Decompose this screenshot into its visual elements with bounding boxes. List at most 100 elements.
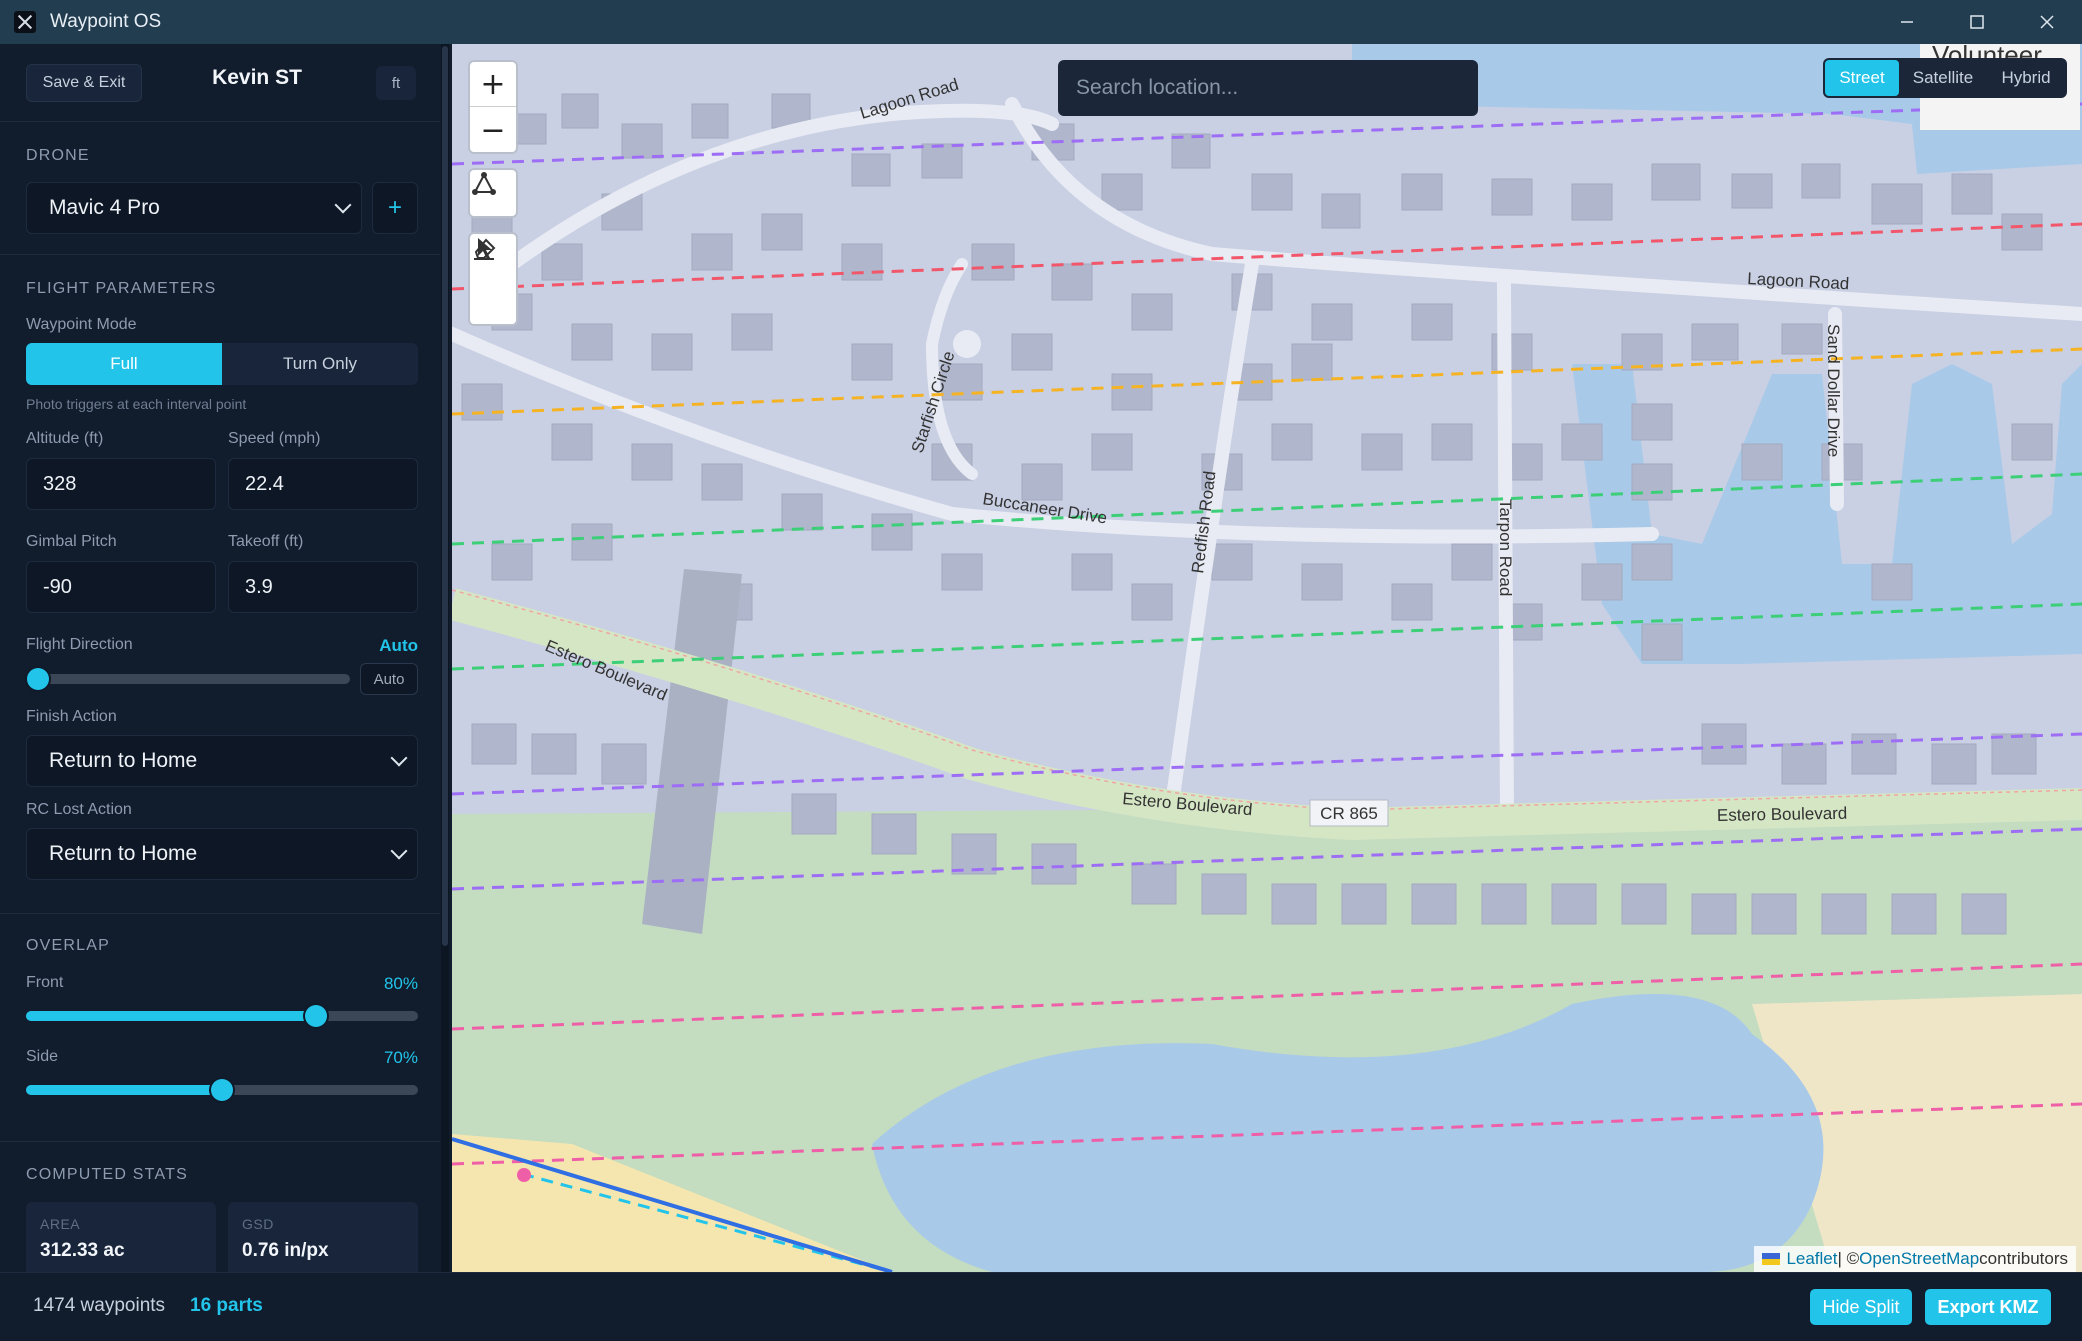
building <box>571 323 613 361</box>
area-stat-value: 312.33 ac <box>40 1240 125 1261</box>
building <box>651 333 693 371</box>
map-view[interactable]: Lagoon Road Lagoon Road Starfish Circle … <box>452 44 2082 1272</box>
flight-direction-auto-button[interactable]: Auto <box>360 663 418 695</box>
front-overlap-slider-thumb[interactable] <box>305 1005 328 1027</box>
building <box>761 213 803 251</box>
building <box>1651 163 1701 201</box>
building <box>1091 433 1133 471</box>
gsd-stat-label: GSD <box>242 1216 274 1232</box>
side-overlap-fill <box>26 1085 222 1095</box>
building <box>731 313 773 351</box>
building <box>1451 543 1493 581</box>
attribution-separator: | © <box>1837 1249 1860 1268</box>
building <box>1801 163 1841 199</box>
takeoff-input[interactable]: 3.9 <box>228 561 418 613</box>
close-button[interactable] <box>2012 0 2082 44</box>
sidebar-header: Save & Exit Kevin ST ft <box>0 44 440 122</box>
draw-polygon-button[interactable] <box>470 170 516 216</box>
minimize-button[interactable] <box>1872 0 1942 44</box>
divider <box>0 913 440 914</box>
add-drone-button[interactable]: + <box>372 182 418 234</box>
openstreetmap-link[interactable]: OpenStreetMap <box>1859 1249 1979 1269</box>
unit-toggle-button[interactable]: ft <box>376 66 416 100</box>
stats-section-label: Computed Stats <box>26 1166 188 1183</box>
area-stat-label: Area <box>40 1216 81 1232</box>
leaflet-link[interactable]: Leaflet <box>1786 1249 1837 1269</box>
building <box>1641 623 1683 661</box>
side-overlap-value: 70% <box>383 1048 418 1067</box>
side-overlap-slider[interactable] <box>26 1079 418 1101</box>
flight-direction-slider[interactable] <box>27 668 350 690</box>
gimbal-pitch-input[interactable]: -90 <box>26 561 216 613</box>
flight-direction-slider-thumb[interactable] <box>27 668 49 690</box>
title-bar: Waypoint OS <box>0 0 2082 44</box>
building <box>1631 463 1673 501</box>
building <box>1431 423 1473 461</box>
location-search-input[interactable]: Search location... <box>1058 60 1478 116</box>
building <box>1731 173 1773 209</box>
rc-lost-action-select[interactable]: Return to Home <box>26 828 418 880</box>
maximize-button[interactable] <box>1942 0 2012 44</box>
altitude-input[interactable]: 328 <box>26 458 216 510</box>
export-kmz-button[interactable]: Export KMZ <box>1925 1289 2051 1325</box>
layer-hybrid-button[interactable]: Hybrid <box>1987 60 2065 96</box>
map-layer-switch: Street Satellite Hybrid <box>1823 58 2067 98</box>
finish-action-select[interactable]: Return to Home <box>26 735 418 787</box>
maximize-icon <box>1970 15 1984 29</box>
zoom-control: + − <box>468 60 518 154</box>
building <box>1401 173 1443 211</box>
building <box>871 813 917 855</box>
layer-satellite-button[interactable]: Satellite <box>1899 60 1987 96</box>
building <box>1071 553 1113 591</box>
building <box>1321 193 1361 229</box>
building <box>1271 883 1317 925</box>
side-overlap-label: Side <box>26 1048 59 1065</box>
divider <box>0 1141 440 1142</box>
building <box>1781 323 1823 355</box>
gimbal-pitch-label: Gimbal Pitch <box>26 533 117 550</box>
label-cr-865: CR 865 <box>1320 804 1378 823</box>
label-estero-boulevard: Estero Boulevard <box>1717 804 1848 825</box>
divider <box>0 254 440 255</box>
building <box>1291 343 1333 381</box>
speed-input[interactable]: 22.4 <box>228 458 418 510</box>
hide-split-button[interactable]: Hide Split <box>1810 1289 1912 1325</box>
map-canvas[interactable]: Lagoon Road Lagoon Road Starfish Circle … <box>452 44 2082 1272</box>
building <box>631 443 673 481</box>
layer-street-button[interactable]: Street <box>1825 60 1899 96</box>
label-sand-dollar-drive: Sand Dollar Drive <box>1824 324 1843 457</box>
gsd-stat-value: 0.76 in/px <box>242 1240 329 1261</box>
mode-full-button[interactable]: Full <box>26 343 222 385</box>
map-attribution: Leaflet | © OpenStreetMap contributors <box>1754 1246 2076 1272</box>
leaflet-flag-icon <box>1762 1253 1781 1265</box>
save-exit-button[interactable]: Save & Exit <box>26 64 142 102</box>
front-overlap-slider[interactable] <box>26 1005 418 1027</box>
building <box>571 523 613 561</box>
eraser-icon <box>474 238 496 260</box>
front-overlap-value: 80% <box>383 974 418 993</box>
building <box>1131 293 1173 331</box>
side-overlap-slider-thumb[interactable] <box>211 1079 233 1101</box>
building <box>1131 583 1173 621</box>
zoom-out-button[interactable]: − <box>470 108 516 153</box>
zoom-in-button[interactable]: + <box>470 62 516 107</box>
building <box>1951 173 1993 215</box>
chevron-down-icon <box>390 842 408 860</box>
building <box>1701 723 1747 765</box>
front-overlap-fill <box>26 1011 317 1021</box>
waypoint-count: 1474 waypoints <box>33 1295 166 1316</box>
mode-turn-only-button[interactable]: Turn Only <box>222 343 418 385</box>
building <box>1871 183 1923 225</box>
building <box>1571 183 1613 221</box>
sidebar-scrollbar-thumb[interactable] <box>442 46 448 946</box>
building <box>1891 893 1937 935</box>
drone-select[interactable]: Mavic 4 Pro <box>26 182 362 234</box>
waypoint-marker[interactable] <box>517 1168 531 1182</box>
rc-lost-action-value: Return to Home <box>49 842 198 865</box>
sidebar-panel: Save & Exit Kevin ST ft Drone Mavic 4 Pr… <box>0 44 452 1272</box>
altitude-label: Altitude (ft) <box>26 430 104 447</box>
building <box>2001 213 2043 251</box>
erase-button[interactable] <box>470 238 516 326</box>
building <box>1111 373 1153 411</box>
takeoff-label: Takeoff (ft) <box>228 533 304 550</box>
